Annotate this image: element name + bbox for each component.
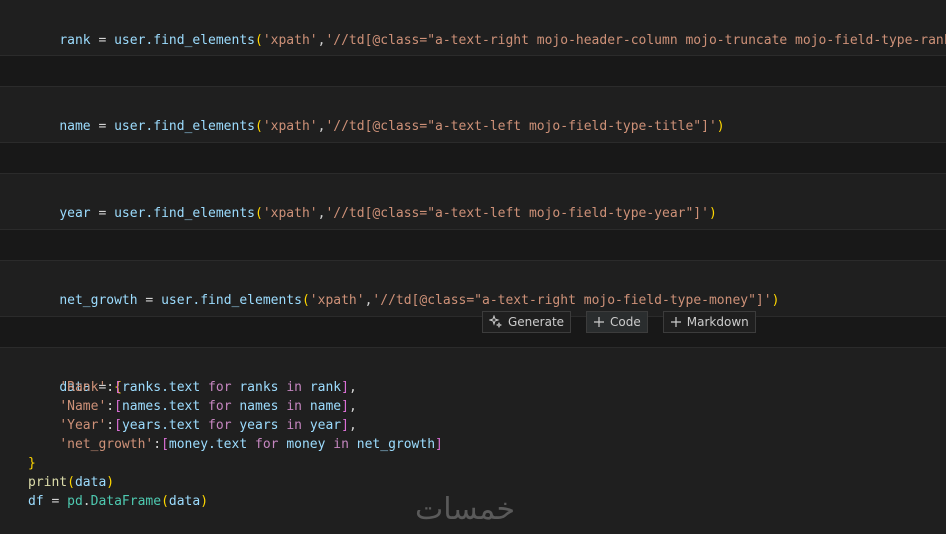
code-line: print(data): [28, 475, 115, 490]
cell-separator: [0, 143, 946, 174]
insert-cell-bar: [0, 317, 946, 348]
code-cell-year[interactable]: year = user.find_elements('xpath','//td[…: [0, 174, 946, 230]
sparkle-icon: [489, 315, 503, 329]
code-line: 'Rank':[ranks.text for ranks in rank],: [59, 380, 357, 395]
generate-button[interactable]: Generate: [482, 311, 572, 333]
add-markdown-cell-button[interactable]: Markdown: [662, 311, 756, 333]
code-cell-net-growth[interactable]: net_growth = user.find_elements('xpath',…: [0, 261, 946, 317]
markdown-label: Markdown: [686, 315, 749, 329]
cell-separator: [0, 56, 946, 87]
cell-separator: [0, 230, 946, 261]
code-label: Code: [610, 315, 641, 329]
generate-label: Generate: [508, 315, 565, 329]
insert-cell-toolbar: Generate Code Markdown: [482, 311, 756, 335]
code-cell-rank[interactable]: rank = user.find_elements('xpath','//td[…: [0, 0, 946, 56]
code-line: 'Year':[years.text for years in year],: [59, 418, 357, 433]
code-line: }: [28, 456, 36, 471]
watermark-logo: خمسات: [415, 492, 516, 527]
code-line: 'Name':[names.text for names in name],: [59, 399, 357, 414]
code-cell-name[interactable]: name = user.find_elements('xpath','//td[…: [0, 87, 946, 143]
code-line: df = pd.DataFrame(data): [28, 494, 209, 509]
code-line: 'net_growth':[money.text for money in ne…: [59, 437, 443, 452]
add-code-cell-button[interactable]: Code: [586, 311, 648, 333]
plus-icon: [593, 316, 605, 328]
plus-icon: [670, 316, 682, 328]
